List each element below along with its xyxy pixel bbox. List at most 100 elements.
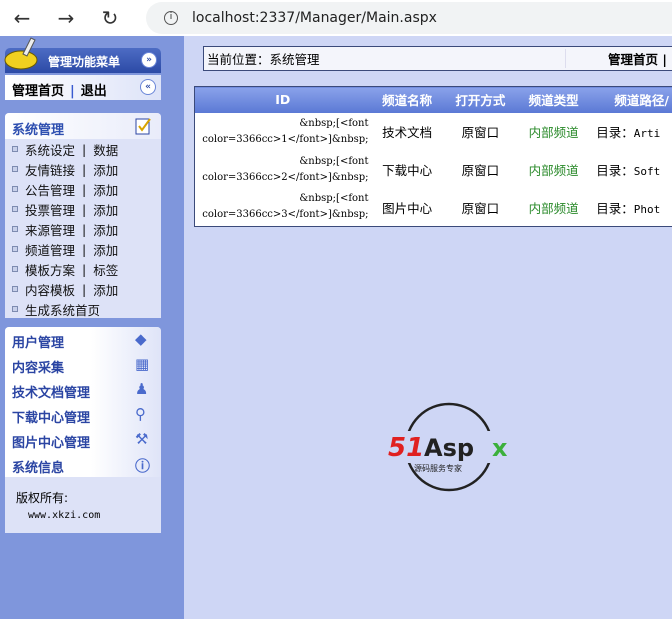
separator: | <box>82 201 87 217</box>
home-link[interactable]: 管理首页 | <box>566 49 667 68</box>
bullet-icon <box>12 146 18 152</box>
menu-link[interactable]: 公告管理 <box>25 180 75 199</box>
separator: | <box>70 84 75 99</box>
menu-link[interactable]: 内容模板 <box>25 280 75 299</box>
url-text: localhost:2337/Manager/Main.aspx <box>192 10 437 26</box>
sidebar-section[interactable]: 下载中心管理 ⚲ <box>5 402 161 427</box>
separator: | <box>82 261 87 277</box>
menu-sublink[interactable]: 数据 <box>93 140 118 159</box>
bullet-icon <box>12 266 18 272</box>
folder-calendar-icon: ▦ <box>135 355 150 373</box>
section-header[interactable]: 系统管理 <box>5 113 161 139</box>
section-title: 系统管理 <box>12 123 65 138</box>
section-label: 系统信息 <box>12 461 65 476</box>
path-dir: Soft <box>633 165 661 178</box>
menu-link[interactable]: 系统设定 <box>25 140 75 159</box>
collapse-left-icon[interactable]: « <box>140 79 156 95</box>
section-label: 下载中心管理 <box>12 411 91 426</box>
column-header: 频道名称 <box>370 86 444 113</box>
column-header: 频道类型 <box>516 86 591 113</box>
bullet-icon <box>12 206 18 212</box>
sidebar-section[interactable]: 用户管理 ◆ <box>5 327 161 352</box>
menu-link[interactable]: 模板方案 <box>25 260 75 279</box>
menu-sublink[interactable]: 添加 <box>93 180 118 199</box>
breadcrumb: 当前位置：系统管理 <box>204 49 566 68</box>
sidebar-section[interactable]: 内容采集 ▦ <box>5 352 161 377</box>
menu-sublink[interactable]: 添加 <box>93 160 118 179</box>
main-content: 当前位置：系统管理 管理首页 | ID 频道名称 打开方式 频道类型 频道路径/ &nbs… <box>184 36 672 619</box>
channel-path: 目录：Arti <box>590 113 672 151</box>
id-text: &nbsp;[<font <box>299 117 369 129</box>
menu-item: 内容模板 | 添加 <box>5 279 161 299</box>
address-bar[interactable]: i localhost:2337/Manager/Main.aspx <box>146 2 672 34</box>
channel-name[interactable]: 图片中心 <box>371 189 444 227</box>
user-star-icon: ♟ <box>135 380 149 398</box>
bullet-icon <box>12 166 18 172</box>
copyright-site: www.xkzi.com <box>28 510 101 521</box>
users-icon: ◆ <box>135 330 147 348</box>
path-dir: Arti <box>633 127 661 140</box>
menu-title: 管理功能菜单 <box>48 55 121 69</box>
channel-path: 目录：Soft <box>590 151 672 189</box>
back-arrow-icon[interactable]: ← <box>0 6 44 30</box>
section-label: 图片中心管理 <box>12 436 91 451</box>
open-mode: 原窗口 <box>461 200 500 216</box>
info-icon[interactable]: i <box>164 11 178 25</box>
id-text: &nbsp;[<font <box>299 193 369 205</box>
separator: | <box>82 241 87 257</box>
open-mode: 原窗口 <box>461 163 500 178</box>
column-header: ID <box>194 86 371 113</box>
menu-item: 系统设定 | 数据 <box>5 139 161 159</box>
channel-type: 内部频道 <box>528 200 579 216</box>
bullet-icon <box>12 306 18 312</box>
logo-icon <box>4 37 38 70</box>
open-mode: 原窗口 <box>461 125 500 140</box>
menu-item: 投票管理 | 添加 <box>5 199 161 219</box>
menu-link[interactable]: 友情链接 <box>25 160 75 179</box>
menu-sublink[interactable]: 添加 <box>93 280 118 299</box>
channel-type: 内部频道 <box>528 125 579 140</box>
section-label: 用户管理 <box>12 336 65 351</box>
menu-link[interactable]: 投票管理 <box>25 200 75 219</box>
section-label: 技术文档管理 <box>12 386 91 401</box>
svg-text:Asp: Asp <box>424 434 474 462</box>
channel-table: ID 频道名称 打开方式 频道类型 频道路径/ &nbsp;[<font color=33… <box>194 86 672 227</box>
forward-arrow-icon[interactable]: → <box>44 6 88 30</box>
separator: | <box>82 161 87 177</box>
tools-icon: ⚒ <box>135 430 149 448</box>
channel-name[interactable]: 技术文档 <box>371 113 444 151</box>
id-text: color=3366cc>1</font>]&nbsp; <box>202 133 369 145</box>
menu-sublink[interactable]: 添加 <box>93 200 118 219</box>
separator: | <box>82 181 87 197</box>
separator: | <box>82 141 87 157</box>
channel-type: 内部频道 <box>528 163 579 178</box>
svg-text:x: x <box>492 434 508 462</box>
location-bar: 当前位置：系统管理 管理首页 | <box>203 46 672 71</box>
id-text: color=3366cc>2</font>]&nbsp; <box>202 171 369 183</box>
column-header: 打开方式 <box>443 86 517 113</box>
menu-sublink[interactable]: 添加 <box>93 220 118 239</box>
menu-item: 生成系统首页 <box>5 299 161 319</box>
menu-link[interactable]: 频道管理 <box>25 240 75 259</box>
bullet-icon <box>12 246 18 252</box>
collapse-down-icon[interactable]: » <box>141 52 157 68</box>
home-link[interactable]: 管理首页 <box>12 84 64 99</box>
sidebar-section[interactable]: 技术文档管理 ♟ <box>5 377 161 402</box>
sidebar-section[interactable]: 系统信息 ⓘ <box>5 452 161 477</box>
menu-item: 公告管理 | 添加 <box>5 179 161 199</box>
system-management-panel: 系统管理 系统设定 | 数据 友情链接 | 添加 公告管理 | 添加 投票管理 | 添加 来源管理 | 添加… <box>5 113 161 318</box>
path-dir: Phot <box>633 202 661 216</box>
menu-link[interactable]: 来源管理 <box>25 220 75 239</box>
sidebar-section[interactable]: 图片中心管理 ⚒ <box>5 427 161 452</box>
reload-icon[interactable]: ↻ <box>88 6 132 30</box>
top-links: 管理首页 | 退出 « <box>5 75 161 100</box>
id-cell: &nbsp;[<font color=3366cc>3</font>]&nbsp; <box>195 189 371 227</box>
channel-name[interactable]: 下载中心 <box>371 151 444 189</box>
section-label: 内容采集 <box>12 361 65 376</box>
id-cell: &nbsp;[<font color=3366cc>2</font>]&nbsp; <box>195 151 371 189</box>
menu-sublink[interactable]: 标签 <box>93 260 118 279</box>
menu-sublink[interactable]: 添加 <box>93 240 118 259</box>
menu-link[interactable]: 生成系统首页 <box>25 300 100 319</box>
sidebar: 管理功能菜单 » 管理首页 | 退出 « 系统管理 系统设定 | 数据 友情链接 | 添加 公告… <box>0 36 184 619</box>
logout-link[interactable]: 退出 <box>81 84 107 99</box>
